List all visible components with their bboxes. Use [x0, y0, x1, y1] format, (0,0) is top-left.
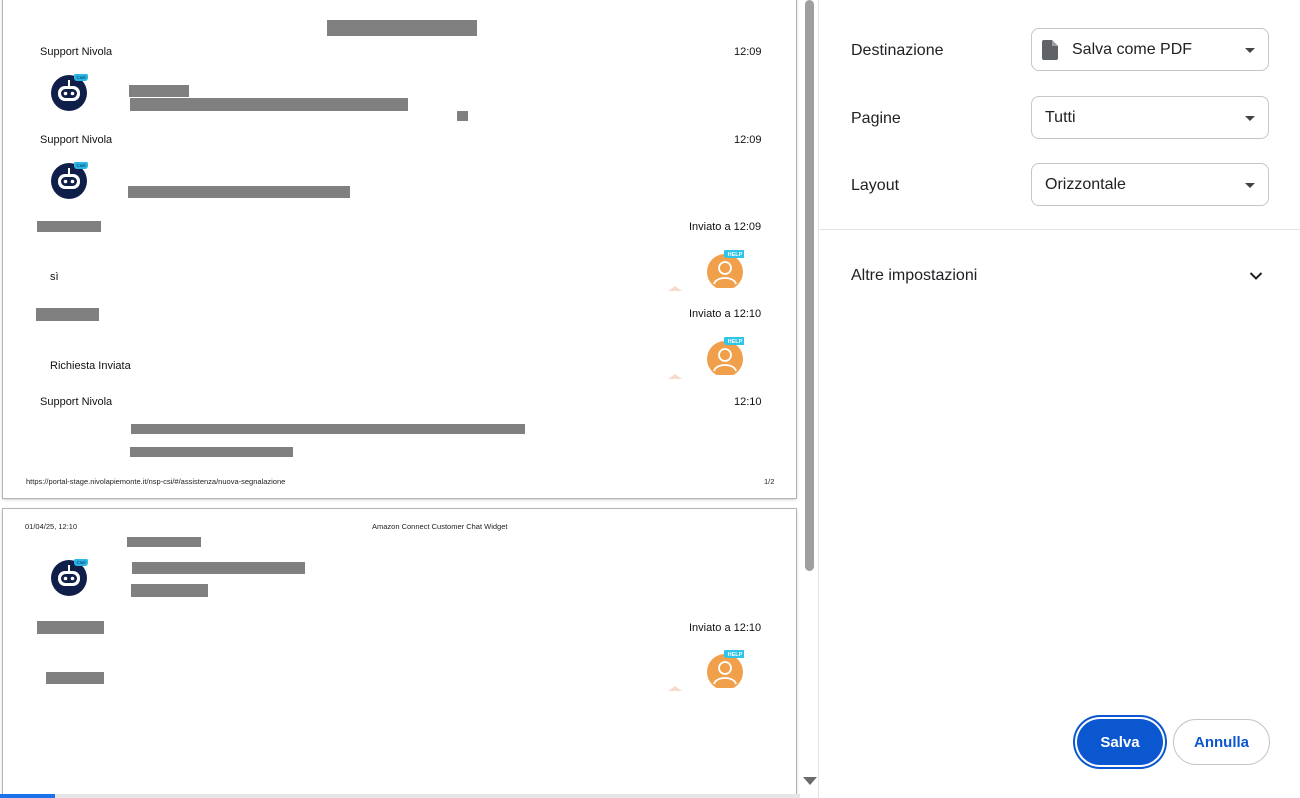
- pages-select[interactable]: Tutti: [1031, 96, 1269, 139]
- svg-text:Csel: Csel: [76, 560, 85, 565]
- svg-text:HELP: HELP: [728, 252, 743, 258]
- bubble-tail: [668, 374, 682, 379]
- bubble-tail: [668, 686, 682, 691]
- redacted-block: [131, 424, 525, 434]
- chevron-down-icon: [1245, 116, 1255, 121]
- bot-avatar-icon: Csel: [51, 162, 88, 199]
- preview-bottom-indicator: [0, 794, 55, 798]
- print-preview: Support Nivola 12:09 Csel Support Nivola…: [0, 0, 818, 798]
- preview-bottom-strip: [0, 794, 818, 798]
- message-text: sì: [50, 271, 59, 283]
- message-sender: Support Nivola: [40, 134, 113, 146]
- redacted-block: [130, 98, 408, 111]
- cancel-button[interactable]: Annulla: [1173, 719, 1270, 765]
- file-icon: [1042, 40, 1058, 60]
- pages-value: Tutti: [1045, 109, 1076, 126]
- scrollbar-thumb[interactable]: [805, 0, 814, 571]
- chevron-down-icon: [1245, 183, 1255, 188]
- bot-avatar-icon: Csel: [51, 559, 88, 596]
- bubble-tail: [668, 286, 682, 291]
- destination-label: Destinazione: [851, 42, 944, 59]
- message-sender: Support Nivola: [40, 46, 113, 58]
- redacted-block: [129, 85, 189, 97]
- redacted-block: [457, 111, 468, 121]
- user-avatar-icon: HELP: [707, 337, 744, 375]
- redacted-block: [46, 672, 104, 684]
- svg-text:Csel: Csel: [76, 163, 85, 168]
- sent-status: Inviato a 12:10: [689, 622, 762, 634]
- layout-value: Orizzontale: [1045, 176, 1126, 193]
- preview-page-1: Support Nivola 12:09 Csel Support Nivola…: [3, 0, 796, 498]
- message-time: 12:09: [734, 134, 762, 146]
- svg-text:HELP: HELP: [728, 339, 743, 345]
- svg-text:Csel: Csel: [76, 75, 85, 80]
- header-date: 01/04/25, 12:10: [25, 522, 78, 531]
- layout-select[interactable]: Orizzontale: [1031, 163, 1269, 206]
- message-time: 12:09: [734, 46, 762, 58]
- destination-select[interactable]: Salva come PDF: [1031, 28, 1269, 71]
- print-settings-panel: Destinazione Salva come PDF Pagine Tutti…: [818, 0, 1300, 798]
- sent-status: Inviato a 12:09: [689, 221, 762, 233]
- redacted-block: [131, 584, 208, 597]
- redacted-block: [130, 447, 293, 457]
- destination-value: Salva come PDF: [1072, 41, 1193, 58]
- message-text: Richiesta Inviata: [50, 360, 131, 372]
- user-avatar-icon: HELP: [707, 250, 744, 288]
- more-settings-label: Altre impostazioni: [851, 267, 978, 284]
- footer-page-number: 1/2: [764, 477, 775, 486]
- user-avatar-icon: HELP: [707, 650, 744, 688]
- redacted-block: [127, 537, 201, 547]
- more-settings-toggle[interactable]: Altre impostazioni: [819, 252, 1300, 300]
- redacted-block: [132, 562, 305, 574]
- redacted-block: [37, 621, 104, 634]
- footer-url: https://portal-stage.nivolapiemonte.it/n…: [26, 477, 286, 486]
- redacted-block: [36, 308, 99, 321]
- chevron-down-icon: [1245, 48, 1255, 53]
- bot-avatar-icon: Csel: [51, 74, 88, 111]
- svg-text:HELP: HELP: [728, 652, 743, 658]
- redacted-block: [327, 20, 477, 36]
- save-button[interactable]: Salva: [1077, 719, 1163, 765]
- pages-label: Pagine: [851, 110, 901, 127]
- chevron-down-icon: [1249, 272, 1263, 280]
- sent-status: Inviato a 12:10: [689, 308, 762, 320]
- scroll-down-arrow-icon[interactable]: [803, 777, 817, 785]
- redacted-block: [128, 186, 350, 198]
- header-title: Amazon Connect Customer Chat Widget: [372, 522, 508, 531]
- message-time: 12:10: [734, 396, 762, 408]
- message-sender: Support Nivola: [40, 396, 113, 408]
- redacted-block: [37, 221, 101, 232]
- preview-page-2: 01/04/25, 12:10 Amazon Connect Customer …: [3, 509, 796, 798]
- layout-label: Layout: [851, 177, 900, 194]
- divider: [819, 229, 1300, 230]
